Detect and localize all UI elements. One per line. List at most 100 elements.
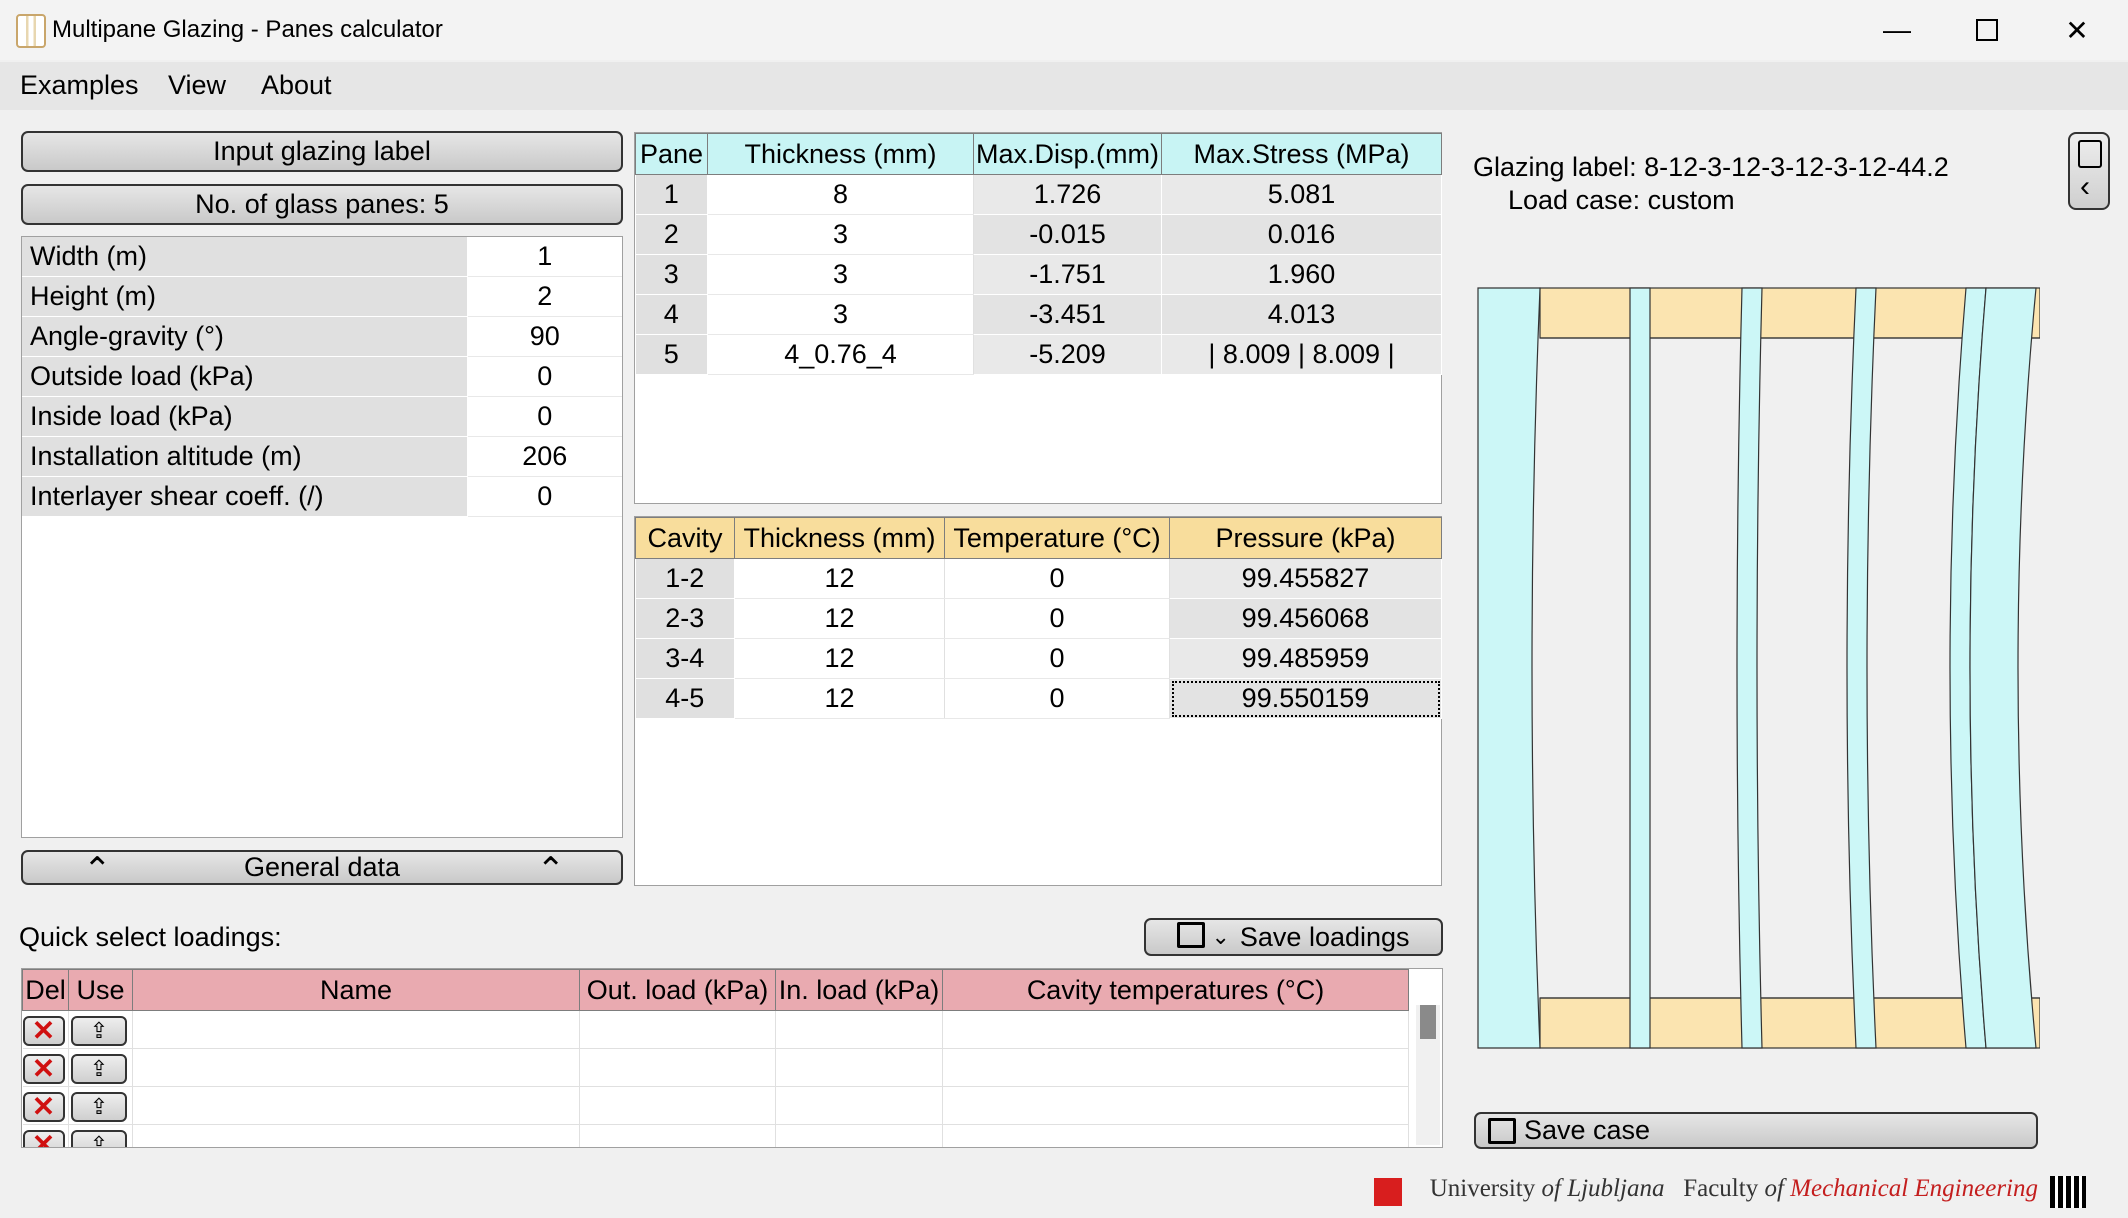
pane-column-header[interactable]: Max.Stress (MPa) [1161, 133, 1442, 175]
pane-row[interactable]: 4 3 -3.451 4.013 [635, 294, 1442, 335]
general-data-value[interactable]: 1 [467, 237, 622, 277]
cavities-panel: Cavity Thickness (mm) Temperature (°C) Pres… [634, 516, 1442, 886]
loadings-column-header[interactable]: Out. load (kPa) [579, 969, 776, 1011]
cavity-column-header[interactable]: Cavity [635, 517, 735, 559]
cavity-temperature-cell[interactable]: 0 [944, 558, 1170, 599]
cavity-thickness-cell[interactable]: 12 [734, 558, 945, 599]
general-data-value[interactable]: 90 [467, 316, 622, 357]
pane-max-stress-cell: 4.013 [1161, 294, 1442, 335]
cavity-column-header[interactable]: Thickness (mm) [734, 517, 945, 559]
general-data-value[interactable]: 0 [467, 396, 622, 437]
loadings-column-header[interactable]: Cavity temperatures (°C) [942, 969, 1409, 1011]
pane-max-stress-cell: | 8.009 | 8.009 | [1161, 334, 1442, 375]
pane-thickness-cell[interactable]: 4_0.76_4 [707, 334, 974, 375]
pane-4 [1846, 287, 1877, 1049]
outside-load-cell[interactable] [579, 1124, 776, 1147]
pane-column-header[interactable]: Max.Disp.(mm) [973, 133, 1162, 175]
close-window-button[interactable]: ✕ [2032, 0, 2122, 60]
general-data-value[interactable]: 0 [467, 476, 622, 517]
general-data-value[interactable]: 0 [467, 356, 622, 397]
maximize-icon [1976, 19, 1998, 41]
pane-thickness-cell[interactable]: 3 [707, 254, 974, 295]
cavity-temperatures-cell[interactable] [942, 1124, 1409, 1147]
save-loadings-button[interactable]: ⌄ Save loadings [1144, 918, 1443, 956]
use-cell: ⇪ [68, 1048, 133, 1087]
minimize-button[interactable]: — [1852, 0, 1942, 60]
cavity-column-header[interactable]: Temperature (°C) [944, 517, 1170, 559]
outside-load-cell[interactable] [579, 1010, 776, 1049]
cavity-thickness-cell[interactable]: 12 [734, 598, 945, 639]
cavity-temperature-cell[interactable]: 0 [944, 678, 1170, 719]
cavity-row[interactable]: 2-3 12 0 99.456068 [635, 598, 1442, 639]
inside-load-cell[interactable] [775, 1010, 943, 1049]
delete-loading-button[interactable]: ✕ [22, 1053, 65, 1084]
save-case-button[interactable]: Save case [1474, 1112, 2038, 1149]
cavity-temperatures-cell[interactable] [942, 1048, 1409, 1087]
menu-examples[interactable]: Examples [20, 70, 139, 101]
pane-thickness-cell[interactable]: 8 [707, 174, 974, 215]
pane-row[interactable]: 5 4_0.76_4 -5.209 | 8.009 | 8.009 | [635, 334, 1442, 375]
use-loading-button[interactable]: ⇪ [71, 1091, 127, 1122]
glass-panes-count-button[interactable]: No. of glass panes: 5 [21, 184, 623, 225]
cavity-temperature-cell[interactable]: 0 [944, 598, 1170, 639]
save-icon [1177, 922, 1206, 948]
loading-name-cell[interactable] [132, 1124, 580, 1147]
loading-name-cell[interactable] [132, 1086, 580, 1125]
general-data-value[interactable]: 2 [467, 276, 622, 317]
delete-loading-button[interactable]: ✕ [22, 1015, 65, 1046]
cavities-table: Cavity Thickness (mm) Temperature (°C) Pres… [635, 517, 1442, 719]
cavity-thickness-cell[interactable]: 12 [734, 638, 945, 679]
cavity-temperatures-cell[interactable] [942, 1086, 1409, 1125]
loading-name-cell[interactable] [132, 1010, 580, 1049]
pane-thickness-cell[interactable]: 3 [707, 294, 974, 335]
pane-max-disp-cell: -1.751 [973, 254, 1162, 295]
loadings-column-header[interactable]: In. load (kPa) [775, 969, 943, 1011]
cavity-thickness-cell[interactable]: 12 [734, 678, 945, 719]
cavity-row[interactable]: 4-5 12 0 99.550159 [635, 678, 1442, 719]
pane-5b [1969, 287, 2037, 1049]
pane-max-stress-cell: 0.016 [1161, 214, 1442, 255]
inside-load-cell[interactable] [775, 1086, 943, 1125]
use-loading-button[interactable]: ⇪ [71, 1129, 127, 1147]
scrollbar-thumb[interactable] [1420, 1005, 1436, 1039]
general-data-toggle-button[interactable]: ⌃ General data ⌃ [21, 850, 623, 889]
delete-loading-button[interactable]: ✕ [22, 1091, 65, 1122]
loadings-scrollbar[interactable] [1416, 1005, 1440, 1145]
cavity-row[interactable]: 1-2 12 0 99.455827 [635, 558, 1442, 599]
loadings-panel: Del Use Name Out. load (kPa) In. load (kPa) C… [21, 968, 1443, 1148]
maximize-button[interactable] [1942, 0, 2032, 60]
use-loading-button[interactable]: ⇪ [71, 1015, 127, 1046]
cavity-column-header[interactable]: Pressure (kPa) [1169, 517, 1442, 559]
inside-load-cell[interactable] [775, 1048, 943, 1087]
minimize-icon: — [1883, 14, 1911, 45]
cavity-temperature-cell[interactable]: 0 [944, 638, 1170, 679]
side-panel-toggle-button[interactable]: ‹ [2068, 132, 2110, 210]
pane-row[interactable]: 3 3 -1.751 1.960 [635, 254, 1442, 295]
loadings-column-header[interactable]: Name [132, 969, 580, 1011]
pane-column-header[interactable]: Thickness (mm) [707, 133, 974, 175]
outside-load-cell[interactable] [579, 1086, 776, 1125]
outside-load-cell[interactable] [579, 1048, 776, 1087]
input-glazing-label-button[interactable]: Input glazing label [21, 131, 623, 172]
inside-load-cell[interactable] [775, 1124, 943, 1147]
cavity-index: 1-2 [635, 558, 735, 599]
menu-about[interactable]: About [261, 70, 332, 101]
pane-column-header[interactable]: Pane [635, 133, 708, 175]
pane-thickness-cell[interactable]: 3 [707, 214, 974, 255]
cavity-temperatures-cell[interactable] [942, 1010, 1409, 1049]
cavity-row[interactable]: 3-4 12 0 99.485959 [635, 638, 1442, 679]
loadings-column-header[interactable]: Use [68, 969, 133, 1011]
delete-loading-button[interactable]: ✕ [22, 1129, 65, 1147]
general-data-label: Installation altitude (m) [22, 436, 468, 477]
pane-row[interactable]: 2 3 -0.015 0.016 [635, 214, 1442, 255]
menu-view[interactable]: View [168, 70, 226, 101]
panes-panel: Pane Thickness (mm) Max.Disp.(mm) Max.Stres… [634, 132, 1442, 504]
loadings-column-header[interactable]: Del [22, 969, 69, 1011]
loading-name-cell[interactable] [132, 1048, 580, 1087]
general-data-row: Angle-gravity (°) 90 [22, 316, 622, 357]
general-data-panel: Width (m) 1 Height (m) 2 Angle-gravity (°) 90… [21, 236, 623, 838]
use-loading-button[interactable]: ⇪ [71, 1053, 127, 1084]
pane-row[interactable]: 1 8 1.726 5.081 [635, 174, 1442, 215]
pane-2 [1629, 287, 1651, 1049]
general-data-value[interactable]: 206 [467, 436, 622, 477]
